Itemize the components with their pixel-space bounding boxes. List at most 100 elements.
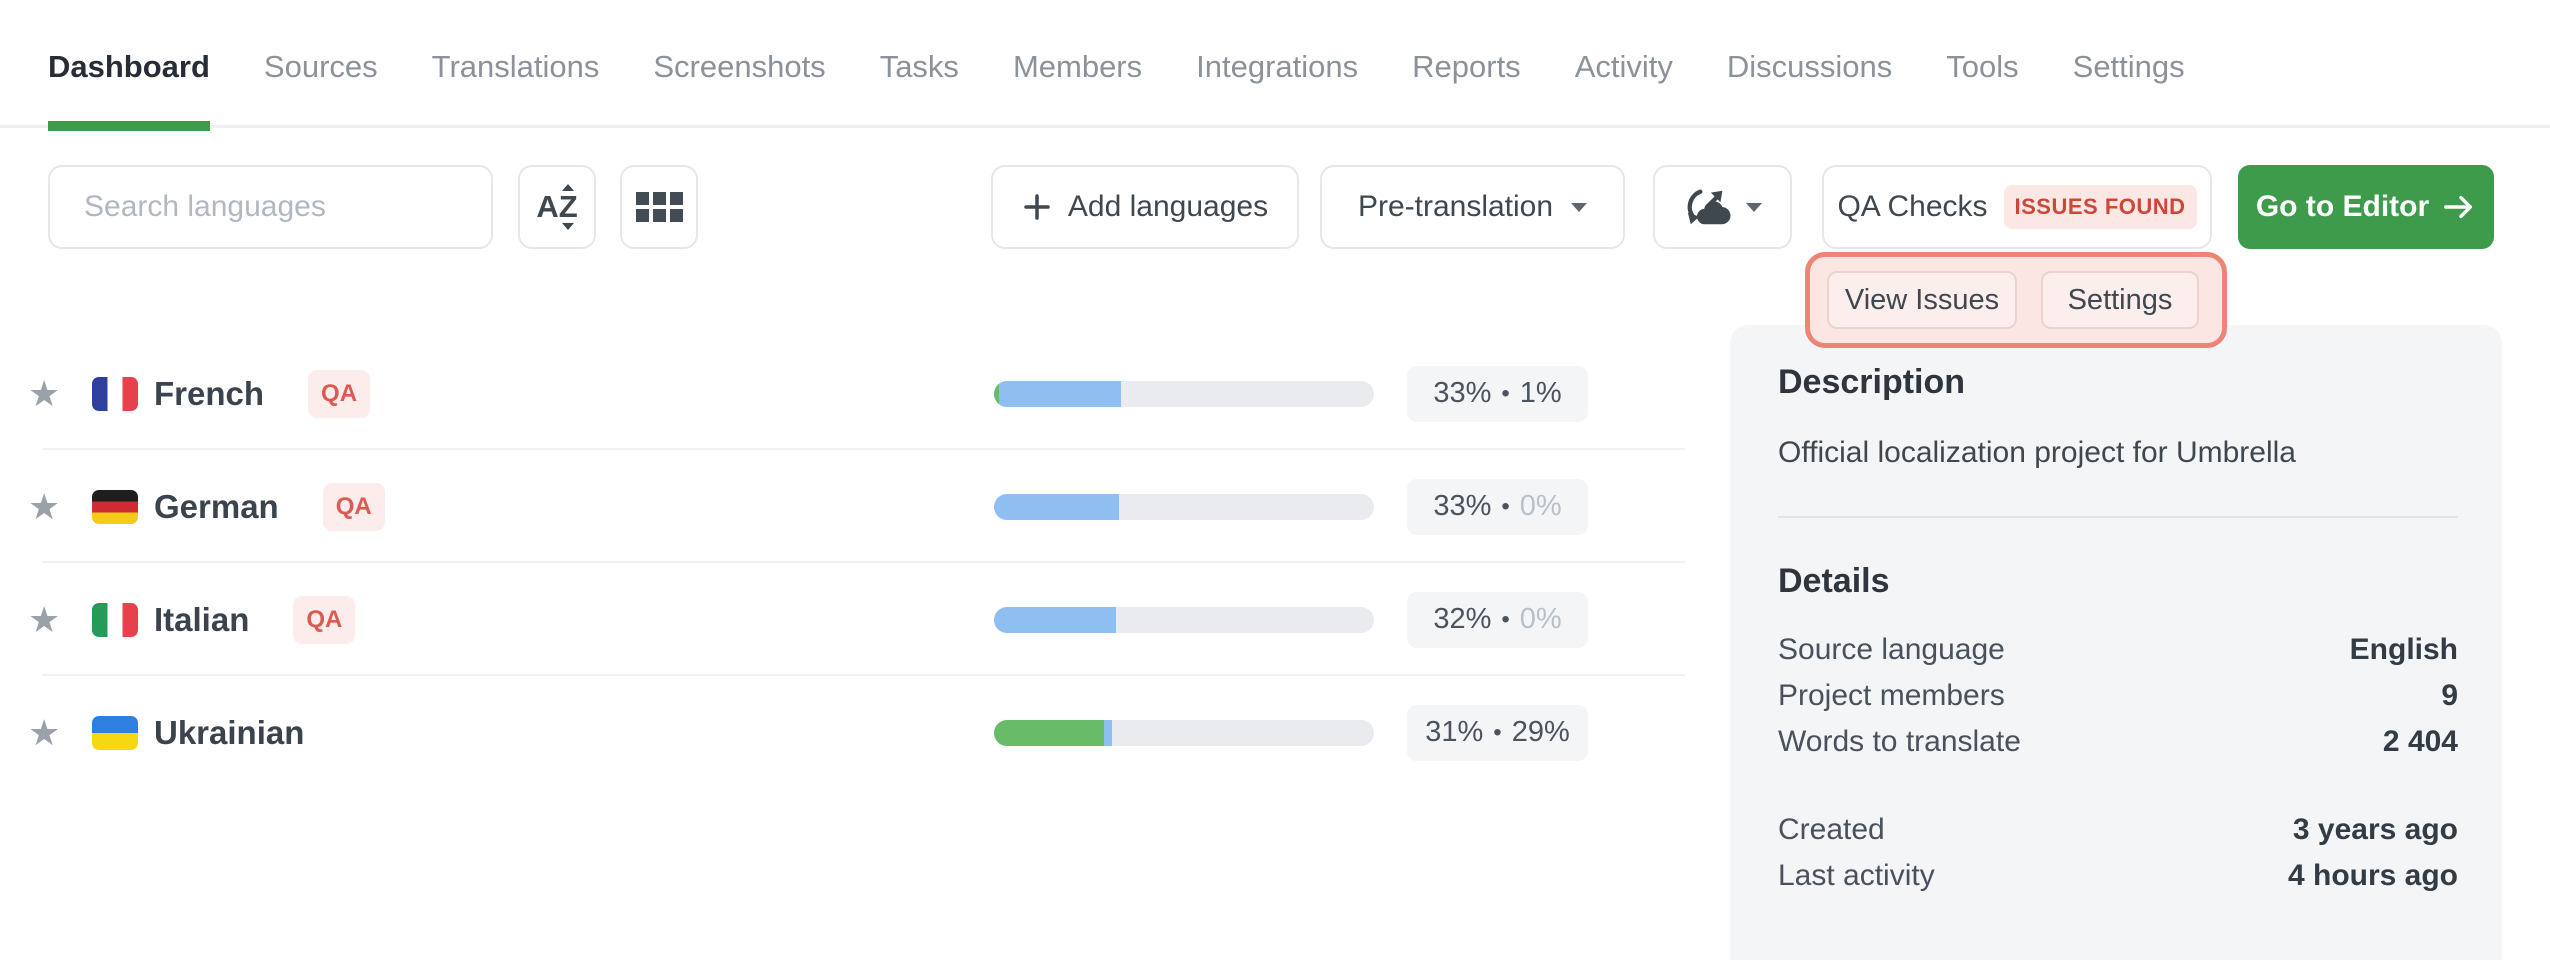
ukraine-flag — [92, 716, 138, 750]
dot-separator: • — [1501, 493, 1509, 521]
nav-tab-tasks[interactable]: Tasks — [880, 49, 959, 125]
nav-tab-settings[interactable]: Settings — [2073, 49, 2185, 125]
language-row-french[interactable]: ★ French QA 33% • 1% — [0, 337, 1685, 450]
plus-icon — [1022, 192, 1052, 222]
nav-tab-sources[interactable]: Sources — [264, 49, 378, 125]
project-nav: Dashboard Sources Translations Screensho… — [0, 0, 2550, 128]
add-languages-button[interactable]: Add languages — [991, 165, 1299, 249]
nav-tab-label: Reports — [1412, 49, 1521, 84]
star-icon[interactable]: ★ — [28, 599, 72, 641]
nav-tab-translations[interactable]: Translations — [432, 49, 600, 125]
detail-row: Last activity 4 hours ago — [1778, 853, 2458, 899]
star-icon[interactable]: ★ — [28, 373, 72, 415]
translated-percent: 32% — [1433, 603, 1491, 636]
qa-badge[interactable]: QA — [323, 483, 385, 531]
qa-badge[interactable]: QA — [308, 370, 370, 418]
language-name[interactable]: German — [154, 488, 279, 526]
description-text: Official localization project for Umbrel… — [1778, 436, 2458, 470]
progress-bar — [994, 607, 1374, 633]
nav-tab-label: Tools — [1946, 49, 2018, 84]
progress-bar — [994, 494, 1374, 520]
nav-tab-dashboard[interactable]: Dashboard — [48, 49, 210, 125]
approved-percent: 1% — [1520, 377, 1562, 410]
progress-bar — [994, 720, 1374, 746]
qa-checks-popup: View Issues Settings — [1805, 252, 2227, 348]
az-sort-icon: A Z — [536, 184, 577, 230]
detail-value: 2 404 — [2383, 719, 2458, 765]
progress-bar — [994, 381, 1374, 407]
approved-percent: 0% — [1520, 603, 1562, 636]
view-issues-button[interactable]: View Issues — [1827, 271, 2017, 329]
language-name[interactable]: French — [154, 375, 264, 413]
detail-value: 4 hours ago — [2288, 853, 2458, 899]
nav-tab-tools[interactable]: Tools — [1946, 49, 2018, 125]
detail-label: Source language — [1778, 627, 2005, 673]
nav-tab-label: Integrations — [1196, 49, 1358, 84]
qa-badge[interactable]: QA — [293, 596, 355, 644]
approved-percent: 29% — [1512, 716, 1570, 749]
search-languages-input[interactable] — [48, 165, 493, 249]
detail-value: 3 years ago — [2293, 807, 2458, 853]
nav-tab-activity[interactable]: Activity — [1575, 49, 1673, 125]
progress-badge: 32% • 0% — [1407, 592, 1588, 648]
grid-view-button[interactable] — [620, 165, 698, 249]
nav-tab-label: Sources — [264, 49, 378, 84]
star-icon[interactable]: ★ — [28, 712, 72, 754]
project-info-panel: Description Official localization projec… — [1730, 325, 2502, 960]
nav-tab-discussions[interactable]: Discussions — [1727, 49, 1892, 125]
grid-view-icon — [636, 192, 683, 222]
nav-tab-integrations[interactable]: Integrations — [1196, 49, 1358, 125]
project-dashboard-page: Dashboard Sources Translations Screensho… — [0, 0, 2550, 960]
language-list: ★ French QA 33% • 1% ★ German QA 33% • — [0, 337, 1685, 789]
detail-label: Created — [1778, 807, 1885, 853]
qa-settings-button[interactable]: Settings — [2041, 271, 2199, 329]
dot-separator: • — [1493, 719, 1501, 747]
panel-divider — [1778, 516, 2458, 518]
detail-row: Words to translate 2 404 — [1778, 719, 2458, 765]
dot-separator: • — [1501, 380, 1509, 408]
languages-toolbar: A Z Add languages Pre-translation — [0, 165, 2550, 249]
arrow-right-icon — [2442, 191, 2476, 223]
language-name[interactable]: Italian — [154, 601, 249, 639]
translated-percent: 31% — [1425, 716, 1483, 749]
pretranslation-dropdown[interactable]: Pre-translation — [1320, 165, 1625, 249]
star-icon[interactable]: ★ — [28, 486, 72, 528]
language-row-italian[interactable]: ★ Italian QA 32% • 0% — [0, 563, 1685, 676]
language-row-german[interactable]: ★ German QA 33% • 0% — [0, 450, 1685, 563]
dot-separator: • — [1501, 606, 1509, 634]
progress-badge: 33% • 1% — [1407, 366, 1588, 422]
go-to-editor-button[interactable]: Go to Editor — [2238, 165, 2494, 249]
nav-tab-reports[interactable]: Reports — [1412, 49, 1521, 125]
sort-desc-arrow-icon — [562, 223, 574, 230]
sort-languages-button[interactable]: A Z — [518, 165, 596, 249]
germany-flag — [92, 490, 138, 524]
france-flag — [92, 377, 138, 411]
language-row-ukrainian[interactable]: ★ Ukrainian 31% • 29% — [0, 676, 1685, 789]
detail-label: Last activity — [1778, 853, 1935, 899]
translated-progress-segment — [999, 381, 1121, 407]
chevron-down-icon — [1571, 203, 1587, 212]
nav-tab-label: Settings — [2073, 49, 2185, 84]
detail-label: Project members — [1778, 673, 2005, 719]
approved-percent: 0% — [1520, 490, 1562, 523]
detail-row: Project members 9 — [1778, 673, 2458, 719]
content-sync-dropdown[interactable] — [1653, 165, 1792, 249]
cloud-sync-icon — [1684, 185, 1732, 229]
qa-checks-button[interactable]: QA Checks ISSUES FOUND — [1822, 165, 2212, 249]
nav-tab-label: Dashboard — [48, 49, 210, 84]
progress-badge: 33% • 0% — [1407, 479, 1588, 535]
translated-progress-segment — [994, 494, 1119, 520]
chevron-down-icon — [1746, 203, 1762, 212]
language-name[interactable]: Ukrainian — [154, 714, 304, 752]
translated-percent: 33% — [1433, 377, 1491, 410]
approved-progress-segment — [994, 720, 1104, 746]
italy-flag — [92, 603, 138, 637]
description-title: Description — [1778, 363, 2458, 402]
nav-tab-screenshots[interactable]: Screenshots — [653, 49, 825, 125]
detail-value: 9 — [2441, 673, 2458, 719]
nav-tab-label: Discussions — [1727, 49, 1892, 84]
nav-tab-label: Screenshots — [653, 49, 825, 84]
detail-label: Words to translate — [1778, 719, 2021, 765]
nav-tab-members[interactable]: Members — [1013, 49, 1142, 125]
detail-value: English — [2350, 627, 2458, 673]
